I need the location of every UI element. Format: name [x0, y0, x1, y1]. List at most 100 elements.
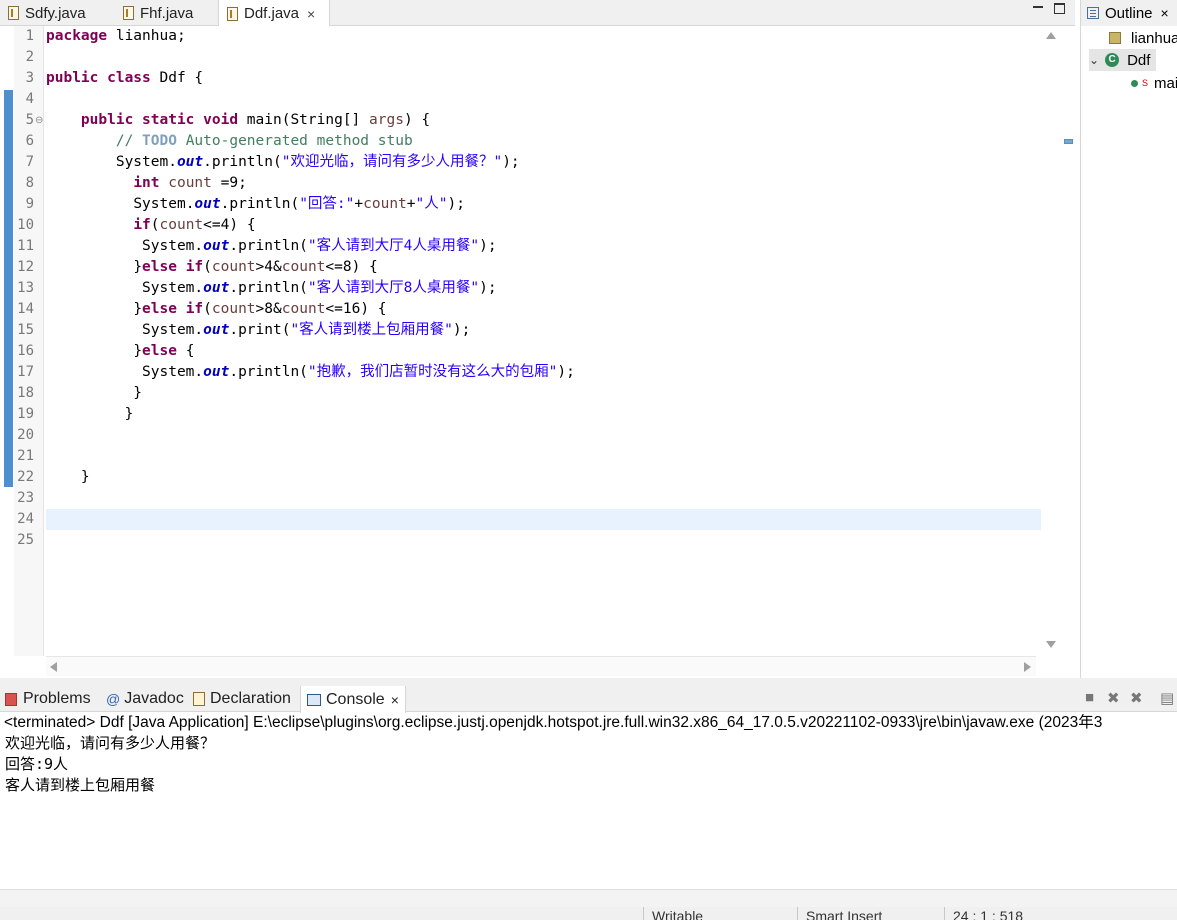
outline-title: Outline — [1105, 4, 1153, 22]
editor-horizontal-scrollbar[interactable] — [46, 656, 1036, 676]
bottom-view-tab-bar: Problems @ Javadoc Declaration Console ×… — [0, 686, 1177, 713]
tab-console[interactable]: Console × — [300, 686, 406, 713]
close-icon[interactable]: × — [307, 6, 315, 22]
code-line-19: } — [46, 406, 134, 422]
code-line-13: System.out.println("客人请到大厅8人桌用餐"); — [142, 280, 497, 296]
console-horizontal-scrollbar[interactable] — [0, 889, 1177, 907]
line-number: 16 — [17, 343, 34, 359]
tab-ddf-java[interactable]: Ddf.java × — [218, 0, 330, 27]
static-marker-icon: S — [1142, 78, 1149, 88]
tab-javadoc[interactable]: @ Javadoc — [106, 686, 184, 712]
code-line-3: public class Ddf { — [46, 70, 204, 86]
scroll-right-icon[interactable] — [1024, 662, 1031, 672]
task-marker[interactable] — [1064, 139, 1073, 144]
outline-item-label: Ddf — [1127, 51, 1151, 69]
console-line: 回答:9人 — [5, 755, 69, 773]
outline-view: Outline × lianhua ⌄ C Ddf S main — [1080, 0, 1177, 678]
remove-all-terminated-icon[interactable]: ✖ — [1130, 689, 1143, 707]
launch-description: <terminated> Ddf [Java Application] E:\e… — [4, 714, 1103, 731]
editor-vertical-scrollbar[interactable] — [1041, 26, 1061, 656]
code-line-15: System.out.print("客人请到楼上包厢用餐"); — [142, 322, 471, 338]
declaration-icon — [193, 692, 205, 706]
code-line-14: }else if(count>8&count<=16) { — [133, 301, 387, 317]
tab-problems[interactable]: Problems — [5, 686, 91, 712]
line-number: 6 — [25, 133, 34, 149]
console-icon — [307, 693, 321, 706]
java-file-icon — [123, 6, 134, 20]
code-line-8: int count =9; — [133, 175, 247, 191]
tab-declaration[interactable]: Declaration — [193, 686, 291, 712]
console-line: 欢迎光临，请问有多少人用餐？ — [5, 734, 216, 752]
java-file-icon — [227, 6, 238, 21]
line-number: 5 — [25, 112, 34, 128]
tab-label: Sdfy.java — [25, 4, 86, 22]
line-number: 15 — [17, 322, 34, 338]
outline-tab[interactable]: Outline × — [1081, 0, 1177, 26]
console-menu-icon[interactable]: ▤ — [1160, 689, 1174, 707]
fold-collapse-icon[interactable]: ⊖ — [35, 110, 43, 131]
tab-label: Declaration — [210, 690, 291, 707]
line-number: 4 — [25, 91, 34, 107]
line-number: 9 — [25, 196, 34, 212]
package-icon — [1109, 32, 1121, 44]
line-number: 8 — [25, 175, 34, 191]
outline-item-class[interactable]: ⌄ C Ddf — [1089, 49, 1157, 71]
line-number: 2 — [25, 49, 34, 65]
tab-label: Ddf.java — [244, 5, 300, 22]
editor-tab-bar: Sdfy.java Fhf.java Ddf.java × — [0, 0, 1075, 27]
scroll-down-icon[interactable] — [1046, 641, 1056, 648]
line-number: 13 — [17, 280, 34, 296]
change-bar — [4, 90, 13, 487]
outline-item-label: main — [1154, 74, 1177, 92]
line-number: 11 — [17, 238, 34, 254]
code-editor[interactable]: 1 2 3 4 5 ⊖ 6 7 8 9 10 11 12 13 14 15 16… — [0, 26, 1075, 678]
line-number: 20 — [17, 427, 34, 443]
tab-label: Fhf.java — [140, 4, 194, 22]
outline-icon — [1087, 7, 1099, 19]
tab-fhf-java[interactable]: Fhf.java — [115, 0, 218, 26]
scroll-left-icon[interactable] — [50, 662, 57, 672]
tab-sdfy-java[interactable]: Sdfy.java — [0, 0, 113, 26]
line-number: 18 — [17, 385, 34, 401]
outline-item-package[interactable]: lianhua — [1109, 27, 1177, 49]
status-writable: Writable — [643, 907, 798, 920]
line-number: 12 — [17, 259, 34, 275]
line-number: 17 — [17, 364, 34, 380]
scroll-up-icon[interactable] — [1046, 32, 1056, 39]
java-file-icon — [8, 6, 19, 20]
remove-launch-icon[interactable]: ✖ — [1107, 689, 1120, 707]
sash[interactable] — [0, 678, 1177, 686]
minimize-icon[interactable] — [1031, 2, 1045, 16]
code-line-6: // TODO Auto-generated method stub — [115, 133, 413, 149]
problems-icon — [5, 692, 17, 706]
code-line-9: System.out.println("回答:"+count+"人"); — [133, 196, 465, 212]
javadoc-icon: @ — [106, 691, 121, 707]
status-insert-mode[interactable]: Smart Insert — [797, 907, 945, 920]
console-output[interactable]: 欢迎光临，请问有多少人用餐？ 回答:9人 客人请到楼上包厢用餐 — [0, 733, 1177, 889]
close-icon[interactable]: × — [1161, 5, 1169, 21]
code-line-11: System.out.println("客人请到大厅4人桌用餐"); — [142, 238, 497, 254]
maximize-icon[interactable] — [1054, 3, 1065, 14]
code-text-area[interactable]: package lianhua; public class Ddf { publ… — [46, 26, 1041, 656]
outline-item-method[interactable]: S main — [1131, 72, 1177, 94]
code-line-16: }else { — [133, 343, 195, 359]
status-cursor-position[interactable]: 24 : 1 : 518 — [944, 907, 1094, 920]
line-number: 7 — [25, 154, 34, 170]
terminate-icon[interactable]: ■ — [1085, 689, 1094, 706]
tab-label: Javadoc — [124, 690, 184, 707]
code-line-10: if(count<=4) { — [133, 217, 256, 233]
line-number: 3 — [25, 70, 34, 86]
tab-label: Problems — [23, 690, 91, 707]
close-icon[interactable]: × — [391, 692, 399, 708]
code-line-7: System.out.println("欢迎光临，请问有多少人用餐？"); — [115, 154, 520, 170]
console-line: 客人请到楼上包厢用餐 — [5, 776, 156, 794]
line-number: 22 — [17, 469, 34, 485]
tab-label: Console — [326, 690, 385, 708]
public-method-icon — [1131, 79, 1138, 87]
outline-item-label: lianhua — [1131, 29, 1177, 47]
chevron-down-icon[interactable]: ⌄ — [1089, 53, 1099, 67]
overview-ruler[interactable] — [1064, 26, 1075, 656]
code-line-22: } — [46, 469, 90, 485]
line-number-ruler: 1 2 3 4 5 ⊖ 6 7 8 9 10 11 12 13 14 15 16… — [14, 26, 44, 656]
status-bar: Writable Smart Insert 24 : 1 : 518 — [0, 907, 1177, 920]
